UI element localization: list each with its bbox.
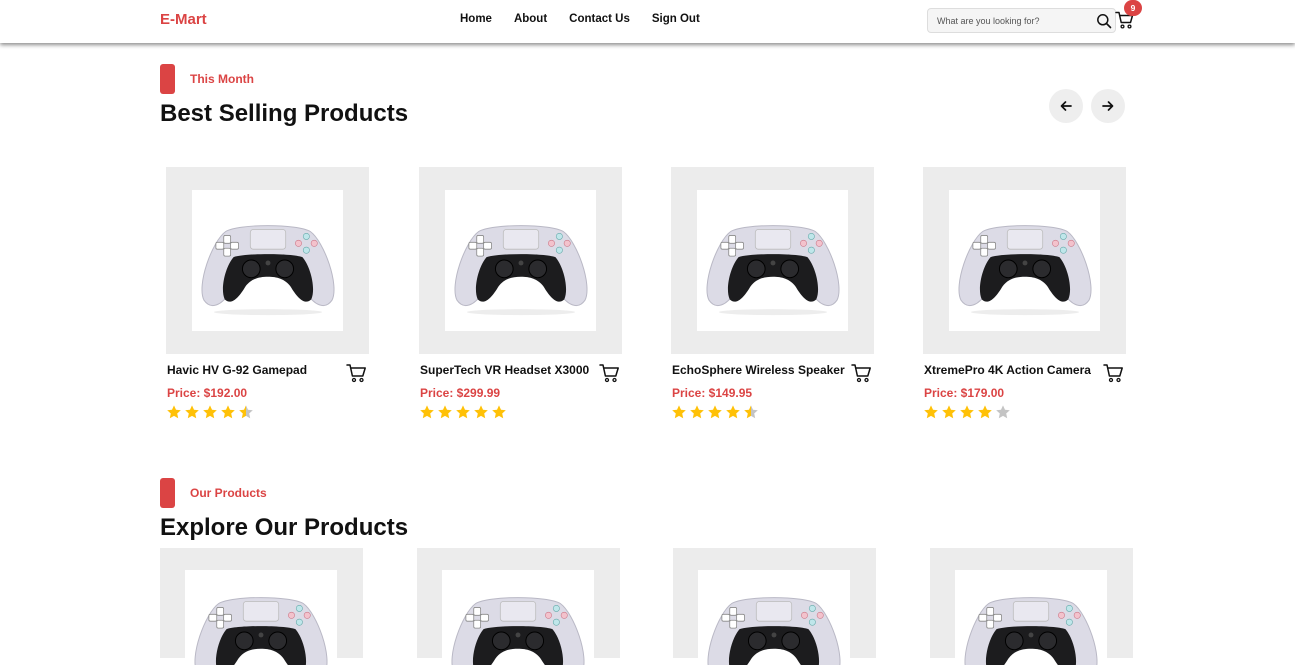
section-label-this-month: This Month bbox=[190, 72, 254, 86]
section-title-explore: Explore Our Products bbox=[160, 514, 409, 541]
cart-icon bbox=[346, 364, 366, 383]
product-price: Price: $299.99 bbox=[420, 386, 501, 400]
product-photo bbox=[697, 190, 848, 331]
star-icon bbox=[978, 405, 992, 419]
section-title-best-selling: Best Selling Products bbox=[160, 100, 409, 127]
star-icon bbox=[474, 405, 488, 419]
add-to-cart-button[interactable] bbox=[1103, 363, 1125, 383]
product-rating bbox=[166, 404, 256, 420]
nav-about[interactable]: About bbox=[514, 13, 547, 25]
next-arrow-button[interactable] bbox=[1091, 89, 1125, 123]
section-marker bbox=[160, 64, 175, 94]
section-marker bbox=[160, 478, 175, 508]
product-price: Price: $179.00 bbox=[924, 386, 1005, 400]
nav-home[interactable]: Home bbox=[460, 13, 492, 25]
product-photo bbox=[185, 570, 337, 665]
cart-count-badge: 9 bbox=[1124, 0, 1142, 16]
star-icon bbox=[438, 405, 452, 419]
product-image-frame[interactable] bbox=[671, 167, 874, 354]
product-name: SuperTech VR Headset X3000 bbox=[420, 363, 590, 377]
gamepad-image bbox=[451, 597, 585, 665]
star-icon bbox=[239, 405, 253, 419]
arrow-right-icon bbox=[1102, 101, 1114, 111]
star-icon bbox=[708, 405, 722, 419]
product-photo bbox=[192, 190, 343, 331]
star-icon bbox=[726, 405, 740, 419]
star-icon bbox=[924, 405, 938, 419]
star-icon bbox=[996, 405, 1010, 419]
star-icon bbox=[456, 405, 470, 419]
gamepad-image bbox=[958, 224, 1091, 315]
brand-logo[interactable]: E-Mart bbox=[160, 11, 207, 28]
product-card[interactable] bbox=[673, 548, 876, 665]
arrow-left-icon bbox=[1060, 101, 1072, 111]
gamepad-image bbox=[706, 224, 839, 315]
product-name: Havic HV G-92 Gamepad bbox=[167, 363, 308, 377]
product-rating bbox=[671, 404, 761, 420]
star-icon bbox=[420, 405, 434, 419]
star-icon bbox=[672, 405, 686, 419]
add-to-cart-button[interactable] bbox=[346, 363, 368, 383]
search-box bbox=[927, 8, 1116, 33]
prev-arrow-button[interactable] bbox=[1049, 89, 1083, 123]
product-price: Price: $192.00 bbox=[167, 386, 248, 400]
star-icon bbox=[942, 405, 956, 419]
product-image-frame[interactable] bbox=[923, 167, 1126, 354]
add-to-cart-button[interactable] bbox=[599, 363, 621, 383]
product-rating bbox=[923, 404, 1013, 420]
main-nav: Home About Contact Us Sign Out bbox=[460, 13, 722, 25]
search-icon[interactable] bbox=[1096, 13, 1112, 29]
nav-sign-out[interactable]: Sign Out bbox=[652, 13, 700, 25]
gamepad-image bbox=[454, 224, 587, 315]
product-rating bbox=[419, 404, 509, 420]
product-photo bbox=[949, 190, 1100, 331]
product-card[interactable] bbox=[417, 548, 620, 665]
product-name: XtremePro 4K Action Camera bbox=[924, 363, 1091, 377]
product-photo bbox=[445, 190, 596, 331]
gamepad-image bbox=[201, 224, 334, 315]
cart-icon bbox=[1103, 364, 1123, 383]
star-icon bbox=[492, 405, 506, 419]
product-image-frame[interactable] bbox=[166, 167, 369, 354]
gamepad-image bbox=[964, 597, 1098, 665]
star-icon bbox=[744, 405, 758, 419]
product-card[interactable] bbox=[930, 548, 1133, 665]
product-image-frame[interactable] bbox=[419, 167, 622, 354]
product-photo bbox=[698, 570, 850, 665]
product-photo bbox=[442, 570, 594, 665]
cart-icon bbox=[851, 364, 871, 383]
product-name: EchoSphere Wireless Speaker bbox=[672, 363, 845, 377]
nav-contact-us[interactable]: Contact Us bbox=[569, 13, 630, 25]
product-price: Price: $149.95 bbox=[672, 386, 753, 400]
product-photo bbox=[955, 570, 1107, 665]
star-icon bbox=[203, 405, 217, 419]
star-icon bbox=[690, 405, 704, 419]
search-input[interactable] bbox=[928, 9, 1088, 32]
star-icon bbox=[185, 405, 199, 419]
top-navbar: E-Mart Home About Contact Us Sign Out 9 bbox=[0, 0, 1295, 43]
star-icon bbox=[221, 405, 235, 419]
gamepad-image bbox=[194, 597, 328, 665]
gamepad-image bbox=[707, 597, 841, 665]
star-icon bbox=[960, 405, 974, 419]
cart-icon bbox=[599, 364, 619, 383]
add-to-cart-button[interactable] bbox=[851, 363, 873, 383]
section-label-our-products: Our Products bbox=[190, 486, 267, 500]
product-card[interactable] bbox=[160, 548, 363, 665]
star-icon bbox=[167, 405, 181, 419]
